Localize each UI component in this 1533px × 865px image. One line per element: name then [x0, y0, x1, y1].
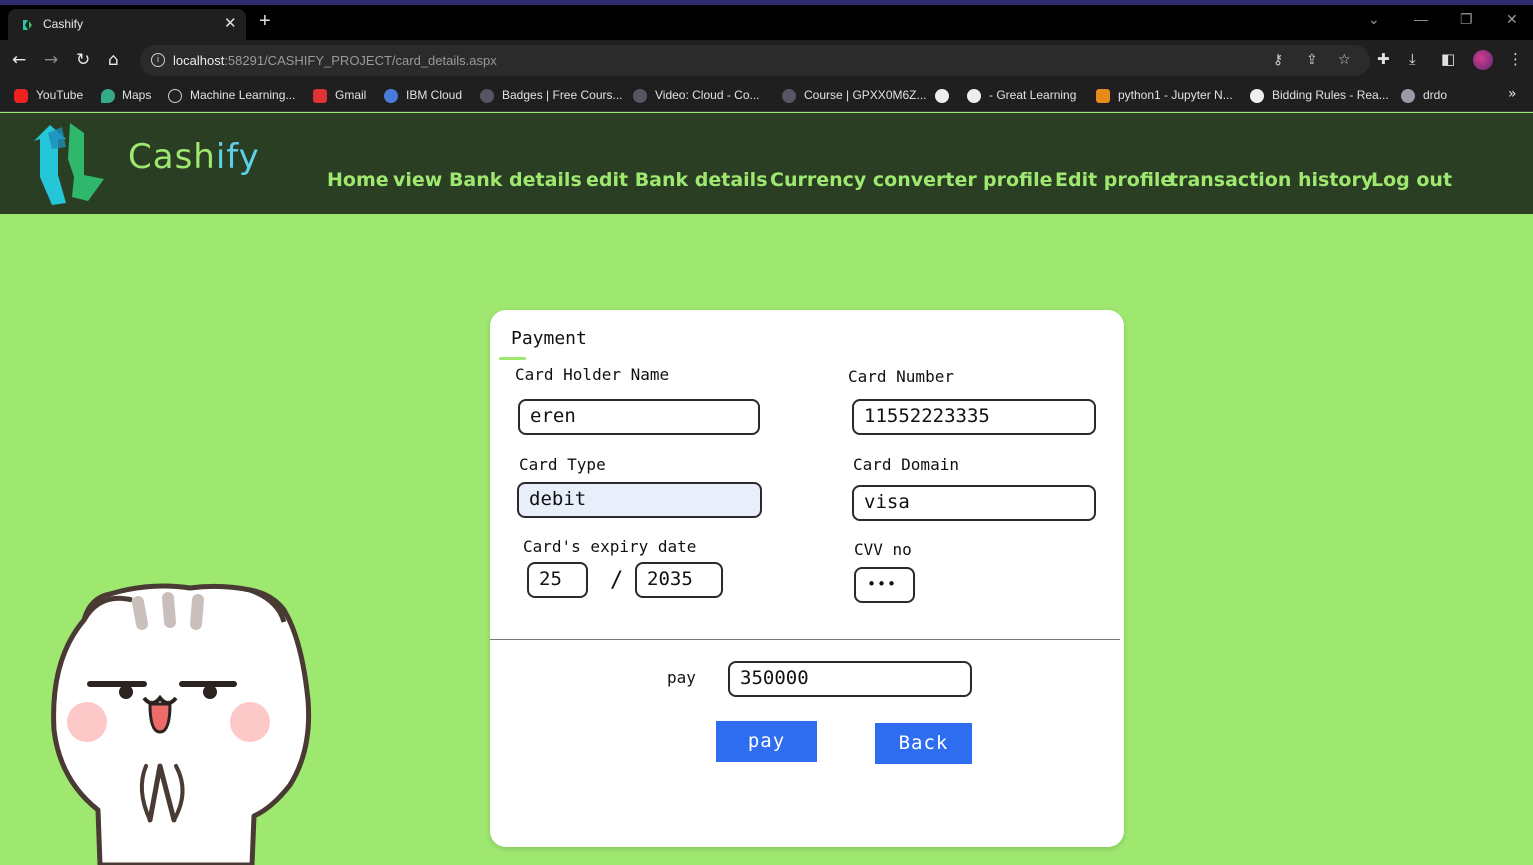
payment-title: Payment: [511, 328, 587, 349]
bidding-globe-icon: [1250, 89, 1264, 103]
back-button[interactable]: Back: [875, 723, 972, 764]
bookmarks-bar: YouTube Maps Machine Learning... Gmail I…: [0, 81, 1533, 112]
gmail-icon: [313, 89, 327, 103]
title-underline: [499, 357, 526, 360]
minimize-icon[interactable]: —: [1414, 11, 1428, 27]
payment-card: Payment Card Holder Name eren Card Numbe…: [490, 310, 1124, 847]
cashify-logo-icon[interactable]: [26, 119, 112, 209]
download-icon[interactable]: ⤓: [1409, 50, 1416, 68]
google-icon: [967, 89, 981, 103]
browser-toolbar: ← → ↻ ⌂ i localhost:58291/CASHIFY_PROJEC…: [0, 40, 1533, 81]
pay-amount-label: pay: [667, 668, 696, 687]
nav-edit-bank-details[interactable]: edit Bank details: [586, 169, 768, 191]
youtube-icon: [14, 89, 28, 103]
cvv-input[interactable]: •••: [854, 567, 915, 603]
cashify-favicon-icon: [23, 20, 32, 30]
restore-icon[interactable]: ❐: [1460, 11, 1473, 28]
tab-title: Cashify: [43, 17, 84, 31]
expiry-separator: /: [610, 568, 624, 593]
expiry-year-input[interactable]: 2035: [635, 562, 723, 598]
bookmark-badges[interactable]: Badges | Free Cours...: [502, 88, 623, 102]
cashify-logo-text: Cashify: [128, 137, 260, 177]
maps-icon: [101, 89, 115, 103]
badges-icon: [480, 89, 494, 103]
menu-icon[interactable]: ⋮: [1508, 50, 1523, 68]
course-icon: [782, 89, 796, 103]
card-number-label: Card Number: [848, 367, 954, 386]
tab-strip: Cashify ✕ + ⌄ — ❐ ✕: [0, 5, 1533, 40]
close-tab-icon[interactable]: ✕: [224, 14, 237, 32]
more-bookmarks-icon[interactable]: »: [1508, 86, 1517, 102]
card-type-label: Card Type: [519, 455, 606, 474]
nav-view-bank-details[interactable]: view Bank details: [393, 169, 582, 191]
browser-tab-cashify[interactable]: Cashify ✕: [8, 9, 246, 40]
card-holder-label: Card Holder Name: [515, 365, 670, 384]
nav-currency-converter[interactable]: Currency converter: [770, 169, 977, 191]
bookmark-gmail[interactable]: Gmail: [335, 88, 366, 102]
profile-avatar[interactable]: [1473, 50, 1493, 70]
reload-icon[interactable]: ↻: [76, 50, 90, 70]
section-divider: [490, 639, 1120, 640]
expiry-month-input[interactable]: 25: [527, 562, 588, 598]
bookmark-youtube[interactable]: YouTube: [36, 88, 83, 102]
site-info-icon[interactable]: i: [151, 53, 165, 67]
nav-log-out[interactable]: Log out: [1371, 169, 1452, 191]
bookmark-video-cloud[interactable]: Video: Cloud - Co...: [655, 88, 760, 102]
nav-transaction-history[interactable]: transaction history: [1169, 169, 1373, 191]
pay-amount-input[interactable]: 350000: [728, 661, 972, 697]
share-icon[interactable]: ⇪: [1306, 52, 1318, 68]
card-holder-input[interactable]: eren: [518, 399, 760, 435]
card-number-input[interactable]: 11552223335: [852, 399, 1096, 435]
bookmark-bidding-rules[interactable]: Bidding Rules - Rea...: [1272, 88, 1389, 102]
video-cloud-icon: [633, 89, 647, 103]
password-key-icon[interactable]: ⚷: [1273, 52, 1283, 68]
nav-home[interactable]: Home: [327, 169, 389, 191]
expiry-date-label: Card's expiry date: [523, 537, 697, 556]
nav-profile[interactable]: profile: [983, 169, 1053, 191]
close-window-icon[interactable]: ✕: [1506, 11, 1518, 28]
bookmark-ibm-cloud[interactable]: IBM Cloud: [406, 88, 462, 102]
ml-course-icon: [168, 89, 182, 103]
jupyter-icon: [1096, 89, 1110, 103]
home-icon[interactable]: ⌂: [108, 50, 119, 70]
bookmark-python1-jupyter[interactable]: python1 - Jupyter N...: [1118, 88, 1233, 102]
pay-button[interactable]: pay: [716, 721, 817, 762]
tab-search-icon[interactable]: ⌄: [1368, 11, 1380, 28]
bookmark-great-learning[interactable]: - Great Learning: [989, 88, 1076, 102]
cat-mascot-image: [51, 583, 312, 865]
drdo-icon: [1401, 89, 1415, 103]
site-header: Cashify Home view Bank details edit Bank…: [0, 113, 1533, 214]
back-arrow-icon[interactable]: ←: [12, 50, 26, 70]
globe-icon[interactable]: [935, 89, 949, 103]
card-domain-label: Card Domain: [853, 455, 959, 474]
ibm-cloud-icon: [384, 89, 398, 103]
bookmark-drdo[interactable]: drdo: [1423, 88, 1447, 102]
card-domain-input[interactable]: visa: [852, 485, 1096, 521]
url-text: localhost:58291/CASHIFY_PROJECT/card_det…: [173, 53, 497, 68]
card-type-input[interactable]: debit: [517, 482, 762, 518]
new-tab-button[interactable]: +: [259, 10, 271, 33]
extensions-icon[interactable]: ✚: [1377, 50, 1390, 68]
bookmark-course[interactable]: Course | GPXX0M6Z...: [804, 88, 927, 102]
forward-arrow-icon[interactable]: →: [44, 50, 58, 70]
bookmark-machine-learning[interactable]: Machine Learning...: [190, 88, 295, 102]
bookmark-star-icon[interactable]: ☆: [1338, 52, 1351, 68]
address-bar[interactable]: i localhost:58291/CASHIFY_PROJECT/card_d…: [140, 45, 1370, 76]
bookmark-maps[interactable]: Maps: [122, 88, 151, 102]
side-panel-icon[interactable]: ◧: [1441, 50, 1455, 68]
cvv-label: CVV no: [854, 540, 912, 559]
nav-edit-profile[interactable]: Edit profile: [1055, 169, 1173, 191]
